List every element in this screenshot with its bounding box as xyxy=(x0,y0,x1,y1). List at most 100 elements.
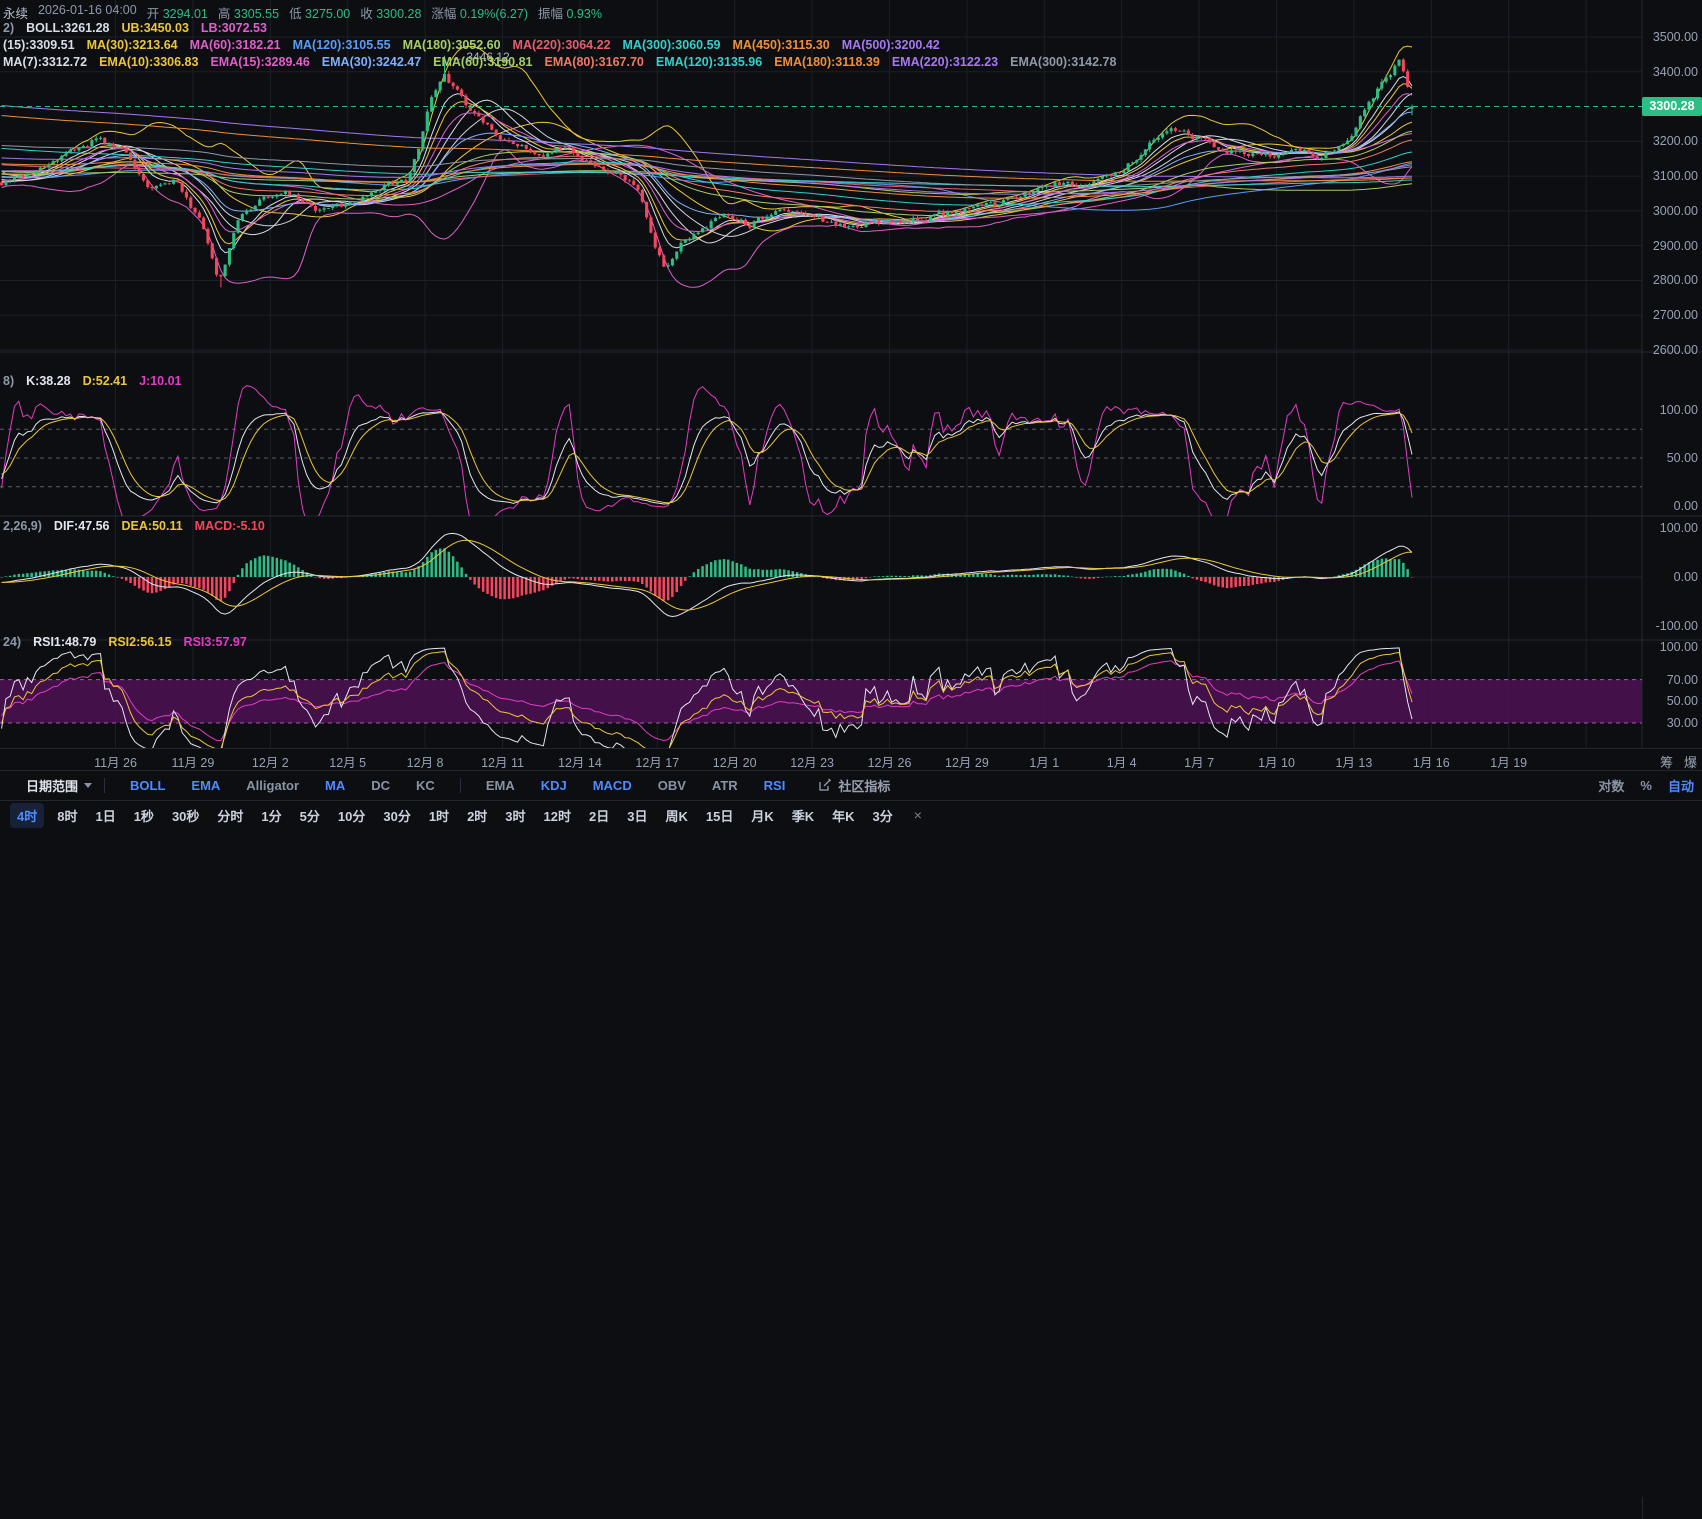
edit-indicator-icon xyxy=(818,778,832,792)
timeframe-item-21[interactable]: 3分 xyxy=(873,806,893,825)
price-axis-label: 3100.00 xyxy=(1653,168,1698,184)
date-axis-label: 1月 1 xyxy=(1029,752,1059,771)
date-axis-label: 1月 4 xyxy=(1107,752,1137,771)
timeframe-item-9[interactable]: 30分 xyxy=(383,806,410,825)
timeframe-item-4[interactable]: 30秒 xyxy=(172,806,199,825)
liquidation-toggle-button[interactable]: 爆 xyxy=(1684,752,1697,771)
price-axis-label: 2900.00 xyxy=(1653,238,1698,254)
visible-high-marker: ← 3446.12 xyxy=(451,50,510,64)
timeframe-item-14[interactable]: 2日 xyxy=(589,806,609,825)
indicator-toggle-ema[interactable]: EMA xyxy=(486,778,515,793)
macd-axis-label: 100.00 xyxy=(1660,520,1698,536)
date-axis-label: 12月 5 xyxy=(329,752,366,771)
candle-wicks-up xyxy=(6,56,1412,277)
date-axis-label: 1月 13 xyxy=(1335,752,1372,771)
price-axis-label: 3000.00 xyxy=(1653,203,1698,219)
price-axis-label: 2600.00 xyxy=(1653,342,1698,358)
indicator-toggle-kc[interactable]: KC xyxy=(416,778,435,793)
date-axis-label: 12月 11 xyxy=(481,752,524,771)
macd-histogram-up xyxy=(5,548,1409,577)
chevron-down-icon xyxy=(84,783,92,788)
date-axis-label: 12月 8 xyxy=(407,752,444,771)
timeframe-item-16[interactable]: 周K xyxy=(665,806,687,825)
price-axis-label: 2800.00 xyxy=(1653,272,1698,288)
timeframe-item-10[interactable]: 1时 xyxy=(429,806,449,825)
kdj-axis-label: 100.00 xyxy=(1660,402,1698,418)
percent-scale-button[interactable]: % xyxy=(1640,778,1652,793)
rsi-axis-label: 100.00 xyxy=(1660,639,1698,655)
indicator-toggle-ma[interactable]: MA xyxy=(325,778,345,793)
macd-axis-label: -100.00 xyxy=(1656,618,1698,634)
timeframe-item-5[interactable]: 分时 xyxy=(217,806,243,825)
date-axis-label: 12月 29 xyxy=(945,752,989,771)
timeframe-item-3[interactable]: 1秒 xyxy=(134,806,154,825)
indicator-toggle-boll[interactable]: BOLL xyxy=(130,778,165,793)
indicator-toggle-atr[interactable]: ATR xyxy=(712,778,738,793)
time-axis[interactable]: 筹 爆 11月 2611月 2912月 212月 512月 812月 1112月… xyxy=(0,748,1702,771)
community-indicators-button[interactable]: 社区指标 xyxy=(818,776,890,795)
indicator-toggle-rsi[interactable]: RSI xyxy=(764,778,786,793)
timeframe-item-13[interactable]: 12时 xyxy=(544,806,571,825)
date-range-button[interactable]: 日期范围 xyxy=(26,776,92,795)
price-axis-label: 2700.00 xyxy=(1653,307,1698,323)
community-indicators-label: 社区指标 xyxy=(838,776,890,795)
indicator-toggle-obv[interactable]: OBV xyxy=(658,778,686,793)
price-axis-label: 3500.00 xyxy=(1653,29,1698,45)
date-axis-label: 12月 14 xyxy=(558,752,602,771)
current-price-badge: 3300.28 xyxy=(1642,97,1702,116)
timeframe-item-17[interactable]: 15日 xyxy=(706,806,733,825)
timeframe-item-2[interactable]: 1日 xyxy=(95,806,115,825)
macd-axis-label: 0.00 xyxy=(1674,569,1698,585)
toolbar-divider xyxy=(104,778,105,793)
timeframe-item-19[interactable]: 季K xyxy=(792,806,814,825)
rsi-band xyxy=(0,680,1642,723)
scale-controls: 对数 % 自动 xyxy=(1598,771,1694,800)
sub-indicator-group: EMA KDJ MACD OBV ATR RSI xyxy=(473,778,799,793)
kdj-axis-label: 0.00 xyxy=(1674,498,1698,514)
timeframe-item-0[interactable]: 4时 xyxy=(10,803,44,828)
timeframe-item-15[interactable]: 3日 xyxy=(627,806,647,825)
axis-divider xyxy=(1642,1497,1643,1519)
date-axis-label: 1月 7 xyxy=(1184,752,1214,771)
date-axis-label: 12月 2 xyxy=(252,752,289,771)
ema-10-line xyxy=(2,84,1412,244)
price-axis-label: 3400.00 xyxy=(1653,64,1698,80)
timeframe-item-11[interactable]: 2时 xyxy=(467,806,487,825)
indicator-toggle-kdj[interactable]: KDJ xyxy=(541,778,567,793)
indicator-toggle-ema[interactable]: EMA xyxy=(191,778,220,793)
auto-scale-button[interactable]: 自动 xyxy=(1668,776,1694,795)
timeframe-item-1[interactable]: 8时 xyxy=(57,806,77,825)
timeframe-item-8[interactable]: 10分 xyxy=(338,806,365,825)
toolbar-divider xyxy=(460,778,461,793)
close-timeframe-icon[interactable]: × xyxy=(914,807,922,823)
timeframe-item-20[interactable]: 年K xyxy=(832,806,854,825)
timeframe-item-7[interactable]: 5分 xyxy=(300,806,320,825)
date-axis-label: 1月 19 xyxy=(1490,752,1527,771)
price-axis-label: 3200.00 xyxy=(1653,133,1698,149)
indicator-toggle-alligator[interactable]: Alligator xyxy=(246,778,299,793)
chips-toggle-button[interactable]: 筹 xyxy=(1660,752,1673,771)
date-axis-label: 12月 23 xyxy=(790,752,834,771)
chart-area[interactable] xyxy=(0,0,1702,748)
date-axis-label: 12月 20 xyxy=(713,752,757,771)
main-indicator-group: BOLL EMA Alligator MA DC KC xyxy=(117,778,448,793)
date-axis-label: 11月 29 xyxy=(171,752,214,771)
indicator-toggle-macd[interactable]: MACD xyxy=(593,778,632,793)
kdj-axis-label: 50.00 xyxy=(1667,450,1698,466)
timeframe-item-6[interactable]: 1分 xyxy=(261,806,281,825)
chart-canvas[interactable] xyxy=(0,0,1702,748)
rsi-axis-label: 30.00 xyxy=(1667,715,1698,731)
timeframe-bar: 4时 8时 1日 1秒 30秒分时 1分 5分 10分 30分 1时 2时 3时 12时 2日 3日周K 15… xyxy=(0,800,1702,829)
date-axis-label: 12月 17 xyxy=(635,752,679,771)
macd-histogram-down xyxy=(0,577,1413,601)
timeframe-item-12[interactable]: 3时 xyxy=(505,806,525,825)
timeframe-item-18[interactable]: 月K xyxy=(751,806,773,825)
indicator-toolbar: 日期范围 BOLL EMA Alligator MA DC KC EMA KDJ MACD OB… xyxy=(0,770,1702,799)
date-range-label: 日期范围 xyxy=(26,776,78,795)
indicator-toggle-dc[interactable]: DC xyxy=(371,778,390,793)
log-scale-button[interactable]: 对数 xyxy=(1598,776,1624,795)
rsi-axis-label: 50.00 xyxy=(1667,693,1698,709)
date-axis-label: 1月 10 xyxy=(1258,752,1295,771)
rsi-axis-label: 70.00 xyxy=(1667,672,1698,688)
date-axis-label: 12月 26 xyxy=(868,752,912,771)
